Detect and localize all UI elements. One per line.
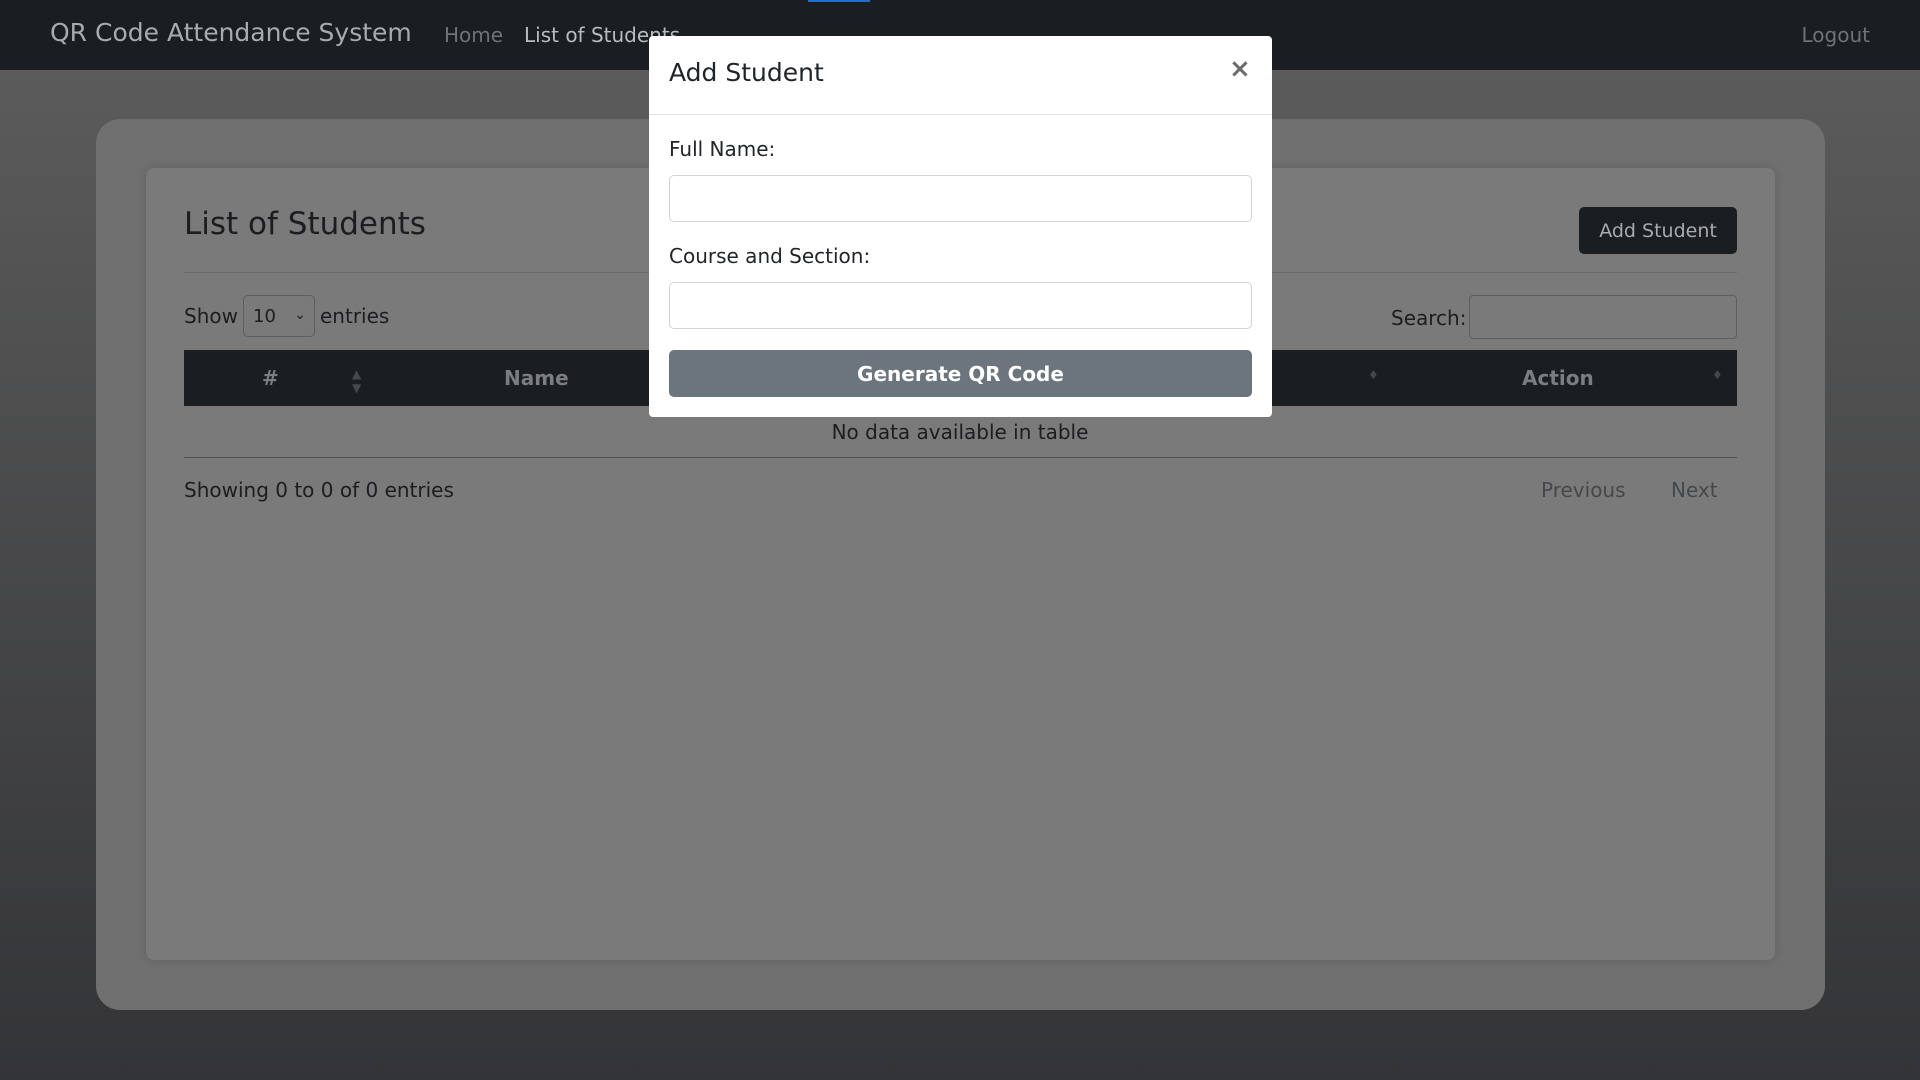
course-section-label: Course and Section: — [669, 244, 871, 268]
entries-select-value: 10 — [253, 305, 276, 327]
modal-title: Add Student — [669, 58, 824, 87]
column-header-number[interactable]: # — [262, 366, 279, 390]
add-student-modal: Add Student × Full Name: Course and Sect… — [649, 36, 1272, 417]
close-icon[interactable]: × — [1229, 54, 1251, 84]
table-divider — [184, 457, 1737, 458]
add-student-button[interactable]: Add Student — [1579, 207, 1737, 254]
chevron-down-icon: ⌄ — [294, 307, 306, 323]
entries-select[interactable]: 10 ⌄ — [243, 295, 315, 337]
full-name-input[interactable] — [669, 175, 1252, 222]
logout-link[interactable]: Logout — [1802, 23, 1870, 47]
previous-page-button[interactable]: Previous — [1541, 478, 1626, 502]
modal-header: Add Student × — [649, 36, 1272, 115]
entries-label: entries — [320, 304, 390, 328]
generate-qr-code-button[interactable]: Generate QR Code — [669, 350, 1252, 397]
column-header-name[interactable]: Name — [504, 366, 569, 390]
course-section-input[interactable] — [669, 282, 1252, 329]
pagination-info: Showing 0 to 0 of 0 entries — [184, 478, 454, 502]
brand-title[interactable]: QR Code Attendance System — [50, 18, 412, 47]
nav-home-link[interactable]: Home — [444, 23, 503, 47]
sort-icon[interactable]: ♦ — [1368, 368, 1379, 382]
sort-icon[interactable]: ▲ ▼ — [352, 367, 361, 395]
column-header-action[interactable]: Action — [1522, 366, 1594, 390]
nav-active-indicator — [808, 0, 870, 2]
sort-icon[interactable]: ♦ — [1712, 368, 1723, 382]
page-title: List of Students — [184, 206, 426, 242]
show-label: Show — [184, 304, 238, 328]
next-page-button[interactable]: Next — [1671, 478, 1718, 502]
empty-table-message: No data available in table — [831, 420, 1089, 444]
search-label: Search: — [1391, 306, 1467, 330]
full-name-label: Full Name: — [669, 137, 776, 161]
search-input[interactable] — [1469, 295, 1737, 339]
